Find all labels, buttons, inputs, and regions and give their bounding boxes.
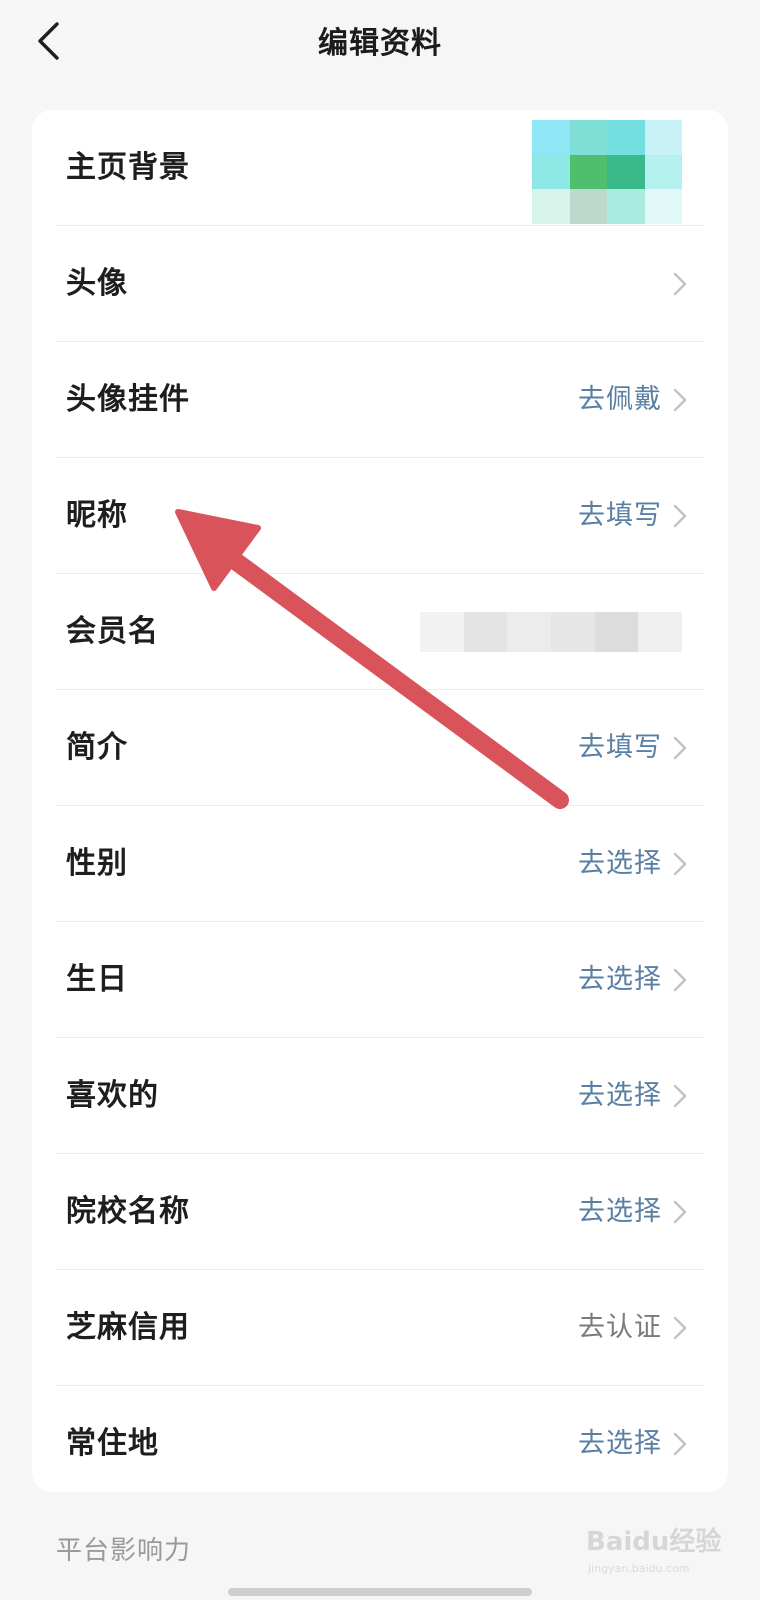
watermark-subtext: jingyan.baidu.com (587, 1562, 690, 1575)
edit-profile-page: 编辑资料 主页背景 头像 头像挂件 去佩戴 昵称 去填写 会员名 简介 去填写 … (0, 0, 760, 1600)
mosaic-cell (607, 189, 645, 224)
row-school-name[interactable]: 院校名称 去选择 (32, 1154, 728, 1270)
chevron-right-icon (673, 388, 687, 412)
row-member-name[interactable]: 会员名 (32, 574, 728, 690)
mosaic-cell (644, 154, 682, 190)
row-nickname[interactable]: 昵称 去填写 (32, 458, 728, 574)
watermark-text: Baidu经验 (586, 1526, 721, 1557)
mosaic-cell (607, 154, 645, 190)
row-label: 常住地 (66, 1426, 159, 1461)
row-label: 芝麻信用 (66, 1310, 190, 1345)
mosaic-cell (569, 189, 607, 224)
profile-settings-card: 主页背景 头像 头像挂件 去佩戴 昵称 去填写 会员名 简介 去填写 性别 去选… (32, 110, 728, 1492)
mosaic-cell (532, 120, 570, 155)
row-label: 性别 (66, 846, 128, 881)
row-label: 头像 (66, 266, 128, 301)
chevron-right-icon (673, 852, 687, 876)
page-title: 编辑资料 (318, 26, 442, 61)
row-likes[interactable]: 喜欢的 去选择 (32, 1038, 728, 1154)
chevron-right-icon (673, 1432, 687, 1456)
row-action-text: 去选择 (578, 1196, 662, 1227)
blur-cell (463, 612, 508, 652)
row-home-background[interactable]: 主页背景 (32, 110, 728, 226)
mosaic-cell (569, 120, 607, 155)
chevron-right-icon (673, 504, 687, 528)
mosaic-cell (532, 154, 570, 190)
row-avatar-pendant[interactable]: 头像挂件 去佩戴 (32, 342, 728, 458)
blur-cell (594, 612, 639, 652)
home-indicator (228, 1588, 532, 1596)
row-action-text: 去填写 (578, 732, 662, 763)
blur-cell (638, 612, 682, 652)
row-label: 生日 (66, 962, 128, 997)
mosaic-cell (644, 189, 682, 224)
row-action-text: 去选择 (578, 848, 662, 879)
row-gender[interactable]: 性别 去选择 (32, 806, 728, 922)
row-action-text: 去选择 (578, 964, 662, 995)
row-label: 会员名 (66, 614, 159, 649)
chevron-right-icon (673, 968, 687, 992)
row-action-text: 去填写 (578, 500, 662, 531)
chevron-right-icon (673, 1316, 687, 1340)
mosaic-cell (607, 120, 645, 155)
row-label: 头像挂件 (66, 382, 190, 417)
row-label: 简介 (66, 730, 128, 765)
chevron-right-icon (673, 1084, 687, 1108)
row-birthday[interactable]: 生日 去选择 (32, 922, 728, 1038)
mosaic-cell (532, 189, 570, 224)
row-avatar[interactable]: 头像 (32, 226, 728, 342)
section-title-platform-influence: 平台影响力 (56, 1536, 192, 1566)
mosaic-cell (644, 120, 682, 155)
row-label: 昵称 (66, 498, 128, 533)
baidu-watermark: Baidu经验 jingyan.baidu.com (586, 1518, 736, 1578)
row-action-text: 去选择 (578, 1428, 662, 1459)
chevron-right-icon (673, 1200, 687, 1224)
row-label: 喜欢的 (66, 1078, 159, 1113)
row-residence[interactable]: 常住地 去选择 (32, 1386, 728, 1492)
blur-cell (420, 612, 464, 652)
row-sesame-credit[interactable]: 芝麻信用 去认证 (32, 1270, 728, 1386)
row-action-text: 去认证 (578, 1312, 662, 1343)
member-name-redacted (420, 612, 682, 652)
row-label: 院校名称 (66, 1194, 190, 1229)
header: 编辑资料 (0, 0, 760, 82)
blur-cell (507, 612, 551, 652)
chevron-right-icon (673, 272, 687, 296)
blur-cell (551, 612, 595, 652)
row-label: 主页背景 (66, 150, 190, 185)
mosaic-cell (569, 154, 607, 190)
row-action-text: 去佩戴 (578, 384, 662, 415)
chevron-right-icon (673, 736, 687, 760)
row-action-text: 去选择 (578, 1080, 662, 1111)
background-thumbnail (532, 120, 682, 224)
row-bio[interactable]: 简介 去填写 (32, 690, 728, 806)
